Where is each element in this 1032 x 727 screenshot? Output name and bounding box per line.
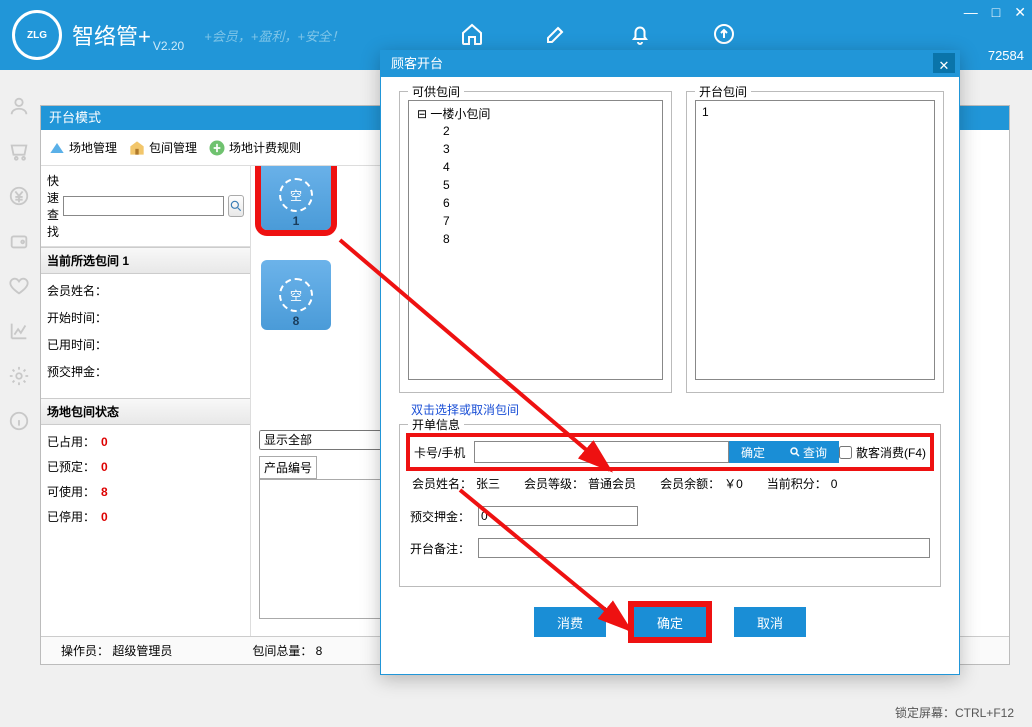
- search-label: 快速查找: [47, 172, 59, 240]
- tree-item[interactable]: 3: [443, 140, 656, 158]
- app-slogan: +会员，+盈利，+安全！: [204, 26, 344, 45]
- venue-icon: [47, 138, 67, 158]
- query-button[interactable]: 查询: [777, 441, 839, 463]
- top-right-number: 72584: [988, 48, 1024, 63]
- status-reserved: 已预定：0: [47, 458, 244, 475]
- toolbar-billing[interactable]: 场地计费规则: [203, 136, 305, 160]
- status-head: 场地包间状态: [41, 398, 250, 425]
- room-number: 1: [293, 214, 300, 228]
- available-rooms-label: 可供包间: [408, 83, 464, 100]
- toolbar-room[interactable]: 包间管理: [123, 136, 201, 160]
- bell-icon[interactable]: [628, 22, 652, 51]
- search-row: 快速查找: [41, 166, 250, 247]
- left-panel: 场地管理 包间管理 场地计费规则 快速查找 当前所选包间 1: [41, 130, 251, 664]
- confirm-small-button[interactable]: 确定: [729, 441, 777, 463]
- confirm-button[interactable]: 确定: [634, 607, 706, 637]
- user-icon[interactable]: [8, 95, 30, 122]
- member-info-line: 会员姓名：张三 会员等级：普通会员 会员余额：￥0 当前积分：0: [412, 475, 930, 492]
- status-block: 已占用：0 已预定：0 可使用：8 已停用：0: [41, 425, 250, 541]
- toolbar: 场地管理 包间管理 场地计费规则: [41, 130, 391, 166]
- remark-row: 开台备注：: [410, 538, 930, 558]
- open-info-label: 开单信息: [408, 416, 464, 433]
- remark-input[interactable]: [478, 538, 930, 558]
- card-input-highlight: 卡号/手机 确定 查询 散客消费(F4): [410, 437, 930, 467]
- room-icon: [127, 138, 147, 158]
- gear-icon[interactable]: [8, 365, 30, 392]
- toolbar-venue[interactable]: 场地管理: [43, 136, 121, 160]
- status-occupied: 已占用：0: [47, 433, 244, 450]
- status-available: 可使用：8: [47, 483, 244, 500]
- opened-rooms-list[interactable]: 1: [695, 100, 935, 380]
- room-card-1[interactable]: 空 1: [261, 160, 331, 230]
- window-controls: — □ ✕: [964, 4, 1026, 21]
- close-button[interactable]: ✕: [1014, 4, 1026, 21]
- tree-root[interactable]: ⊟ 一楼小包间: [417, 105, 656, 122]
- tree-item[interactable]: 8: [443, 230, 656, 248]
- edit-icon[interactable]: [544, 22, 568, 51]
- deposit-row: 预交押金：: [47, 363, 244, 380]
- room-status-empty-icon: 空: [279, 278, 313, 312]
- tree-item[interactable]: 5: [443, 176, 656, 194]
- chart-icon[interactable]: [8, 320, 30, 347]
- card-label: 卡号/手机: [414, 444, 474, 461]
- toolbar-billing-label: 场地计费规则: [229, 139, 301, 156]
- search-icon: [229, 199, 243, 213]
- tree-item[interactable]: 7: [443, 212, 656, 230]
- deposit-row: 预交押金：: [410, 506, 930, 526]
- room-total-label: 包间总量： 8: [252, 642, 322, 659]
- start-time-row: 开始时间：: [47, 309, 244, 326]
- search-button[interactable]: [228, 195, 244, 217]
- yen-icon[interactable]: [8, 185, 30, 212]
- available-rooms-tree[interactable]: ⊟ 一楼小包间 2 3 4 5 6 7 8: [408, 100, 663, 380]
- open-table-dialog: 顾客开台 ✕ 可供包间 ⊟ 一楼小包间 2 3 4 5 6 7 8: [380, 50, 960, 675]
- room-grid: 空 1 空 8: [261, 160, 331, 330]
- app-title: 智络管+: [72, 19, 151, 51]
- tree-item[interactable]: 6: [443, 194, 656, 212]
- minimize-button[interactable]: —: [964, 4, 978, 21]
- dialog-close-button[interactable]: ✕: [933, 53, 955, 73]
- info-icon[interactable]: [8, 410, 30, 437]
- cancel-button[interactable]: 取消: [734, 607, 806, 637]
- footer-hint: 锁定屏幕：CTRL+F12: [895, 704, 1014, 721]
- top-nav-icons: [460, 22, 736, 51]
- remark-label: 开台备注：: [410, 540, 472, 557]
- billing-icon: [207, 138, 227, 158]
- toolbar-room-label: 包间管理: [149, 139, 197, 156]
- used-time-row: 已用时间：: [47, 336, 244, 353]
- operator-label: 操作员： 超级管理员: [61, 642, 172, 659]
- app-version: V2.20: [153, 39, 184, 53]
- status-stopped: 已停用：0: [47, 508, 244, 525]
- card-input[interactable]: [474, 441, 729, 463]
- opened-room-item[interactable]: 1: [702, 105, 928, 119]
- toolbar-venue-label: 场地管理: [69, 139, 117, 156]
- dialog-buttons: 消费 确定 取消: [399, 607, 941, 637]
- wallet-icon[interactable]: [8, 230, 30, 257]
- home-icon[interactable]: [460, 22, 484, 51]
- dialog-title: 顾客开台 ✕: [381, 51, 959, 77]
- member-name-row: 会员姓名：: [47, 282, 244, 299]
- selected-room-info: 会员姓名： 开始时间： 已用时间： 预交押金：: [41, 274, 250, 398]
- left-rail: [0, 95, 38, 437]
- tree-item[interactable]: 2: [443, 122, 656, 140]
- heart-icon[interactable]: [8, 275, 30, 302]
- search-input[interactable]: [63, 196, 224, 216]
- room-number: 8: [293, 314, 300, 328]
- maximize-button[interactable]: □: [992, 4, 1000, 21]
- search-icon: [789, 446, 801, 458]
- room-status-empty-icon: 空: [279, 178, 313, 212]
- deposit-input[interactable]: [478, 506, 638, 526]
- guest-checkbox[interactable]: 散客消费(F4): [839, 444, 926, 461]
- selected-room-head: 当前所选包间 1: [41, 247, 250, 274]
- room-card-8[interactable]: 空 8: [261, 260, 331, 330]
- deposit-label: 预交押金：: [410, 508, 472, 525]
- cart-icon[interactable]: [8, 140, 30, 167]
- dialog-title-text: 顾客开台: [391, 56, 443, 71]
- app-logo: ZLG: [12, 10, 62, 60]
- consume-button[interactable]: 消费: [534, 607, 606, 637]
- tree-item[interactable]: 4: [443, 158, 656, 176]
- product-code-label: 产品编号: [259, 456, 317, 479]
- opened-rooms-label: 开台包间: [695, 83, 751, 100]
- upload-icon[interactable]: [712, 22, 736, 51]
